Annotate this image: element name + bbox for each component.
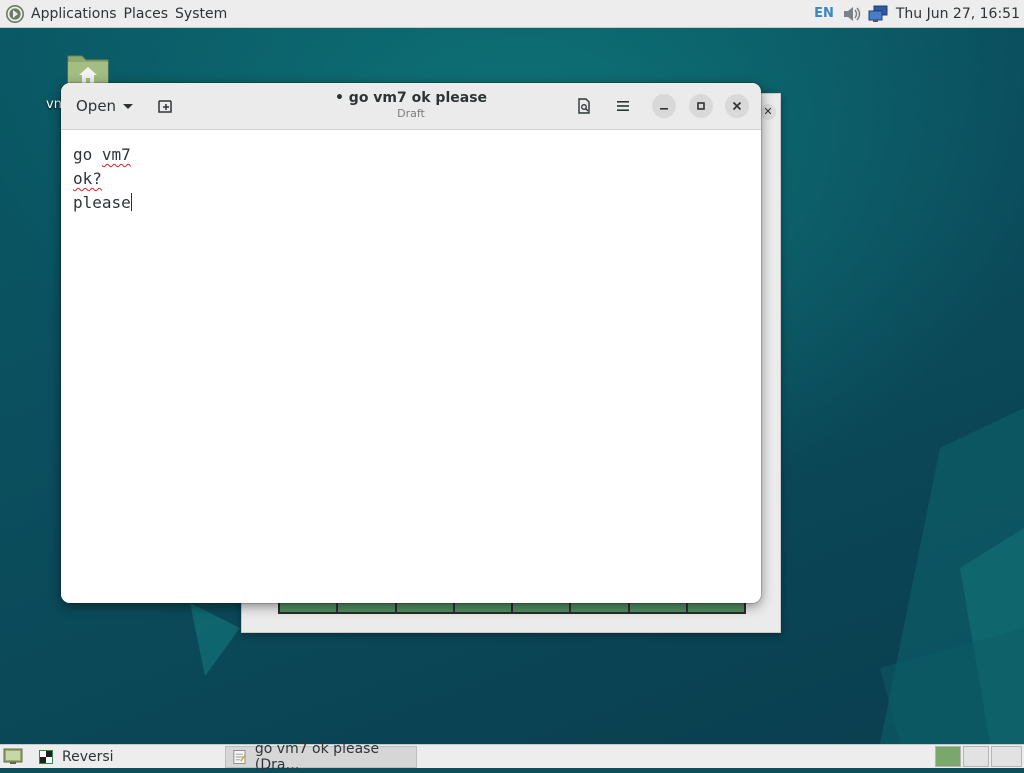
taskbar-item-text-editor[interactable]: go vm7 ok please (Dra… xyxy=(225,741,417,773)
minimize-icon xyxy=(660,108,668,110)
maximize-button[interactable] xyxy=(689,94,713,118)
taskbar-item-reversi[interactable]: Reversi xyxy=(32,746,220,768)
top-panel: Applications Places System EN Thu Jun 27… xyxy=(0,0,1024,28)
keyboard-layout-indicator[interactable]: EN xyxy=(814,6,834,21)
close-icon xyxy=(732,101,742,111)
misspelled-word: ok? xyxy=(73,169,102,188)
menu-applications[interactable]: Applications xyxy=(30,6,123,22)
save-button[interactable] xyxy=(570,92,598,120)
system-tray: EN Thu Jun 27, 16:51 xyxy=(814,0,1020,27)
main-menu-button[interactable] xyxy=(609,92,637,120)
distro-logo-icon[interactable] xyxy=(5,4,25,24)
maximize-icon xyxy=(697,102,705,110)
save-document-icon xyxy=(578,98,590,114)
editor-word: please xyxy=(73,193,131,212)
network-icon[interactable] xyxy=(868,5,888,23)
menu-places[interactable]: Places xyxy=(123,6,175,22)
workspace-2[interactable] xyxy=(963,746,989,767)
menu-system[interactable]: System xyxy=(174,6,233,22)
hamburger-menu-icon xyxy=(617,101,629,111)
close-button[interactable] xyxy=(725,94,749,118)
editor-line-3: please xyxy=(73,191,749,215)
taskbar-item-label: go vm7 ok please (Dra… xyxy=(254,741,380,773)
workspace-3[interactable] xyxy=(991,746,1022,767)
reversi-close-button[interactable]: ✕ xyxy=(760,104,776,120)
text-editor-window[interactable]: Open • go vm7 ok please Draft go vm7 ok?… xyxy=(61,83,761,603)
reversi-app-icon xyxy=(39,750,53,764)
editor-word: go xyxy=(73,145,93,164)
clock[interactable]: Thu Jun 27, 16:51 xyxy=(896,6,1020,22)
headerbar: Open • go vm7 ok please Draft xyxy=(61,83,761,130)
volume-icon[interactable] xyxy=(842,5,862,23)
home-folder-label[interactable]: vn xyxy=(46,97,62,112)
text-editor-area[interactable]: go vm7 ok? please xyxy=(61,130,761,603)
editor-line-2: ok? xyxy=(73,167,749,191)
misspelled-word: vm7 xyxy=(101,145,131,164)
editor-line-1: go vm7 xyxy=(73,143,749,167)
text-cursor xyxy=(130,193,132,211)
show-desktop-icon[interactable] xyxy=(3,748,23,765)
bottom-panel: Reversi go vm7 ok please (Dra… xyxy=(0,741,1024,773)
minimize-button[interactable] xyxy=(652,94,676,118)
workspace-1[interactable] xyxy=(935,746,961,767)
taskbar-item-label: Reversi xyxy=(62,749,114,765)
text-editor-app-icon xyxy=(233,750,246,764)
